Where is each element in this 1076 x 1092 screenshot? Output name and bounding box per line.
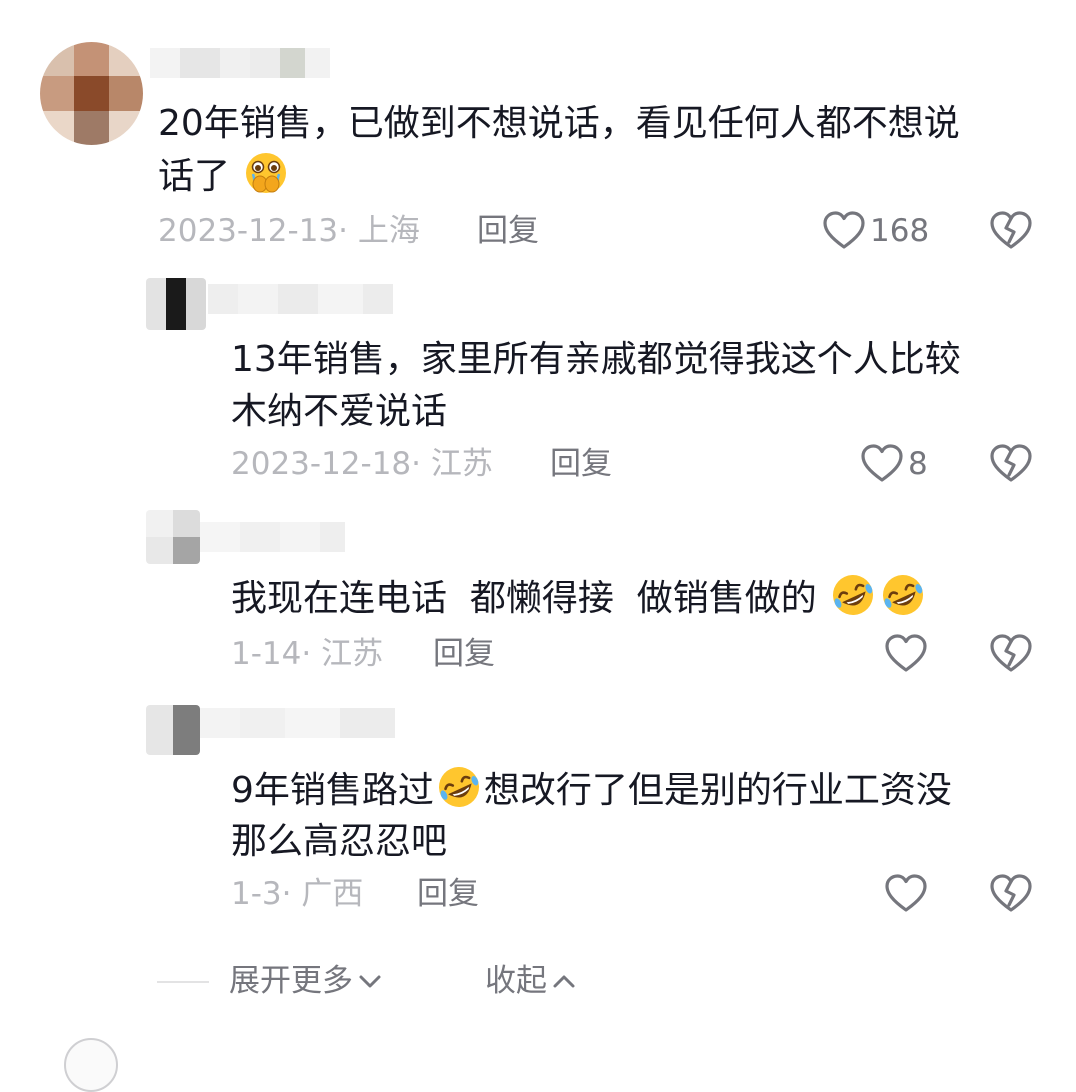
expand-more-button[interactable]: 展开更多 xyxy=(229,961,383,1001)
avatar[interactable] xyxy=(64,1038,118,1092)
comment-location: 上海 xyxy=(357,213,420,249)
comment-text: 话了 xyxy=(158,150,291,203)
comment-meta: 2023-12-18· 江苏 xyxy=(231,444,493,484)
heart-icon xyxy=(884,874,928,914)
crying-hands-emoji xyxy=(243,150,289,196)
avatar[interactable] xyxy=(146,510,200,564)
broken-heart-icon[interactable] xyxy=(989,634,1033,674)
comment-location: 江苏 xyxy=(430,446,493,482)
chevron-down-icon xyxy=(359,975,381,988)
comment-location: 江苏 xyxy=(321,636,384,672)
username[interactable] xyxy=(200,522,345,552)
separator: · xyxy=(281,876,302,912)
avatar[interactable] xyxy=(146,705,200,755)
reply-button[interactable]: 回复 xyxy=(477,211,539,251)
comment-meta: 1-14· 江苏 xyxy=(231,634,383,674)
comment-text: 13年销售，家里所有亲戚都觉得我这个人比较 xyxy=(231,334,961,386)
collapse-button[interactable]: 收起 xyxy=(485,961,577,1001)
chevron-up-icon xyxy=(553,975,575,988)
comment-date: 1-3 xyxy=(231,876,282,912)
comment-meta: 2023-12-13· 上海 xyxy=(158,211,420,251)
rofl-emoji xyxy=(436,764,482,810)
expand-more-label: 展开更多 xyxy=(229,963,353,999)
broken-heart-icon[interactable] xyxy=(989,211,1033,251)
heart-icon xyxy=(884,634,928,674)
username[interactable] xyxy=(208,284,393,314)
username[interactable] xyxy=(200,708,395,738)
like-button[interactable] xyxy=(884,874,928,914)
avatar[interactable] xyxy=(40,42,143,145)
like-button[interactable]: 168 xyxy=(822,211,929,251)
reply-button[interactable]: 回复 xyxy=(433,634,495,674)
like-button[interactable] xyxy=(884,634,928,674)
collapse-label: 收起 xyxy=(485,963,547,999)
comment-text-line: 13年销售，家里所有亲戚都觉得我这个人比较 xyxy=(231,339,961,380)
like-count: 8 xyxy=(908,446,928,482)
comment-text: 20年销售，已做到不想说话，看见任何人都不想说 xyxy=(158,98,960,150)
separator: · xyxy=(301,636,322,672)
comment-date: 1-14 xyxy=(231,636,302,672)
comment-text-line: 9年销售路过 xyxy=(231,770,434,811)
comment-text: 9年销售路过 想改行了但是别的行业工资没 xyxy=(231,764,952,817)
broken-heart-icon[interactable] xyxy=(989,444,1033,484)
comment-meta: 1-3· 广西 xyxy=(231,874,363,914)
comment-text: 那么高忍忍吧 xyxy=(231,816,447,868)
comment-text-line: 话了 xyxy=(158,156,231,197)
comment-text: 木纳不爱说话 xyxy=(231,386,447,438)
comment-text: 我现在连电话 都懒得接 做销售做的 xyxy=(231,572,928,625)
comment-date: 2023-12-13 xyxy=(158,213,339,249)
reply-button[interactable]: 回复 xyxy=(417,874,479,914)
broken-heart-icon[interactable] xyxy=(989,874,1033,914)
comment-text-line: 我现在连电话 都懒得接 做销售做的 xyxy=(231,578,817,619)
comment-text-line: 想改行了但是别的行业工资没 xyxy=(483,770,952,811)
separator: · xyxy=(338,213,358,249)
comment-location: 广西 xyxy=(301,876,364,912)
avatar[interactable] xyxy=(146,278,206,330)
username[interactable] xyxy=(150,48,330,78)
comment-text-line: 20年销售，已做到不想说话，看见任何人都不想说 xyxy=(158,103,960,144)
like-count: 168 xyxy=(870,213,930,249)
heart-icon xyxy=(822,211,866,251)
comment-text-line: 那么高忍忍吧 xyxy=(231,821,448,862)
reply-button[interactable]: 回复 xyxy=(550,444,612,484)
comment-date: 2023-12-18 xyxy=(231,446,412,482)
comment-text-line: 木纳不爱说话 xyxy=(231,391,448,432)
rofl-emoji xyxy=(830,572,876,618)
like-button[interactable]: 8 xyxy=(860,444,928,484)
divider xyxy=(157,981,209,983)
rofl-emoji xyxy=(880,572,926,618)
heart-icon xyxy=(860,444,904,484)
separator: · xyxy=(411,446,431,482)
